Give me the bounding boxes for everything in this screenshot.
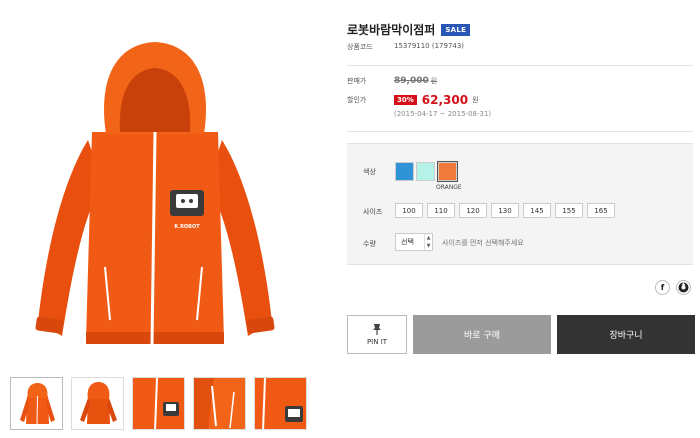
size-option-155[interactable]: 155 <box>555 203 583 218</box>
size-option-110[interactable]: 110 <box>427 203 455 218</box>
selected-color-name: ORANGE <box>436 184 462 191</box>
thumbnail-4[interactable] <box>193 377 246 430</box>
original-price-label: 판매가 <box>347 77 367 85</box>
thumbnail-2[interactable] <box>71 377 124 430</box>
pin-icon <box>373 323 381 335</box>
divider <box>347 65 693 66</box>
jacket-badge-text: K.ROBOT <box>174 224 200 230</box>
quantity-value: 선택 <box>401 238 414 246</box>
action-buttons: PIN IT 바로 구매 장바구니 <box>347 315 695 354</box>
pin-it-label: PIN IT <box>366 337 388 346</box>
thumbnail-1[interactable] <box>10 377 63 430</box>
size-option-120[interactable]: 120 <box>459 203 487 218</box>
sale-badge: SALE <box>441 23 471 36</box>
size-options: 100 110 120 130 145 155 165 <box>395 203 615 218</box>
title-row: 로봇바람막이점퍼 SALE <box>347 21 471 38</box>
original-price-row: 판매가 89,000 원 <box>347 76 437 86</box>
color-swatch-orange[interactable] <box>437 161 458 182</box>
color-label: 색상 <box>363 168 376 176</box>
product-title: 로봇바람막이점퍼 <box>347 23 436 37</box>
stepper-down-icon[interactable]: ▼ <box>427 243 431 249</box>
discount-price-label: 할인가 <box>347 96 367 104</box>
buy-now-button[interactable]: 바로 구매 <box>413 315 551 354</box>
size-option-130[interactable]: 130 <box>491 203 519 218</box>
size-option-145[interactable]: 145 <box>523 203 551 218</box>
divider <box>347 131 693 132</box>
original-price: 89,000 <box>394 76 429 86</box>
discount-price-unit: 원 <box>472 96 479 104</box>
product-code-row: 상품코드 15379110 (179743) <box>347 42 464 52</box>
facebook-icon[interactable]: f <box>655 280 670 295</box>
size-option-165[interactable]: 165 <box>587 203 615 218</box>
quantity-stepper[interactable]: ▲ ▼ <box>424 234 432 250</box>
size-label: 사이즈 <box>363 208 383 216</box>
quantity-label: 수량 <box>363 240 376 248</box>
discount-price-row: 할인가 30% 62,300 원 <box>347 93 479 107</box>
share-icon[interactable] <box>676 280 691 295</box>
thumbnail-strip <box>10 377 307 430</box>
pin-it-button[interactable]: PIN IT <box>347 315 407 354</box>
discount-rate-badge: 30% <box>394 95 417 105</box>
add-to-cart-button[interactable]: 장바구니 <box>557 315 695 354</box>
original-price-unit: 원 <box>430 77 438 85</box>
color-swatch-mint[interactable] <box>416 162 435 181</box>
social-share: f <box>655 280 691 295</box>
thumbnail-3[interactable] <box>132 377 185 430</box>
quantity-note: 사이즈를 먼저 선택해주세요 <box>442 239 524 247</box>
size-option-100[interactable]: 100 <box>395 203 423 218</box>
product-code-value: 15379110 (179743) <box>394 42 465 50</box>
discount-price: 62,300 <box>421 93 469 107</box>
product-main-image: K.ROBOT <box>10 22 300 358</box>
color-swatch-blue[interactable] <box>395 162 414 181</box>
sale-period: (2015-04-17 ~ 2015-08-31) <box>394 110 492 118</box>
thumbnail-5[interactable] <box>254 377 307 430</box>
product-code-label: 상품코드 <box>347 43 373 51</box>
quantity-select[interactable]: 선택 ▲ ▼ <box>395 233 433 251</box>
options-panel: 색상 ORANGE 사이즈 100 110 120 130 145 155 16… <box>347 143 693 265</box>
stepper-up-icon[interactable]: ▲ <box>427 235 431 241</box>
